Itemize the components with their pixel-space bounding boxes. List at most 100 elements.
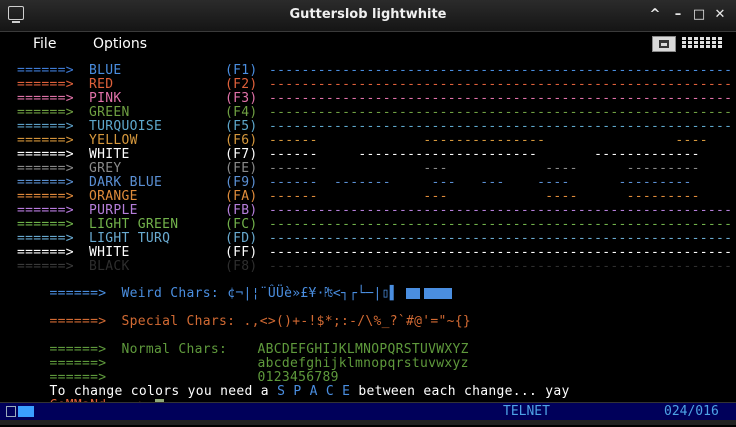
color-row: ======> PURPLE (FB) -----------------------… xyxy=(17,204,732,218)
arrow: ======> xyxy=(17,63,74,78)
weird-chars: ¢¬|¦¨ÛÜè»£¥·₧<┐┌└─|▯▌ xyxy=(227,286,398,301)
status-bar: TELNET 024/016 xyxy=(0,402,736,421)
function-key: (FC) xyxy=(225,217,258,232)
arrow: ======> xyxy=(49,286,107,301)
menu-bar: File Options xyxy=(0,32,736,58)
lowercase-line: ======> abcdefghijklmnopqrstuvwxyz xyxy=(17,343,469,371)
color-row: ======> YELLOW (F6) ------ --------------- … xyxy=(17,134,708,148)
color-row: ======> PINK (F3) -------------------------… xyxy=(17,92,732,106)
function-key: (F5) xyxy=(225,119,258,134)
color-name: PURPLE xyxy=(89,203,138,218)
color-sample-line: ----------------------------------------… xyxy=(269,259,733,274)
function-key: (F1) xyxy=(225,63,258,78)
weird-chars-line: ======> Weird Chars: ¢¬|¦¨ÛÜè»£¥·₧<┐┌└─|▯… xyxy=(17,273,452,301)
function-key: (F8) xyxy=(225,259,258,274)
function-key: (F3) xyxy=(225,91,258,106)
command-line[interactable]: CoMMaNd ===> xyxy=(17,385,165,413)
color-name: BLACK xyxy=(89,259,130,274)
function-key: (F9) xyxy=(225,175,258,190)
color-sample-line: ------ ---------------------- ----------… xyxy=(269,147,700,162)
color-name: LIGHT TURQ xyxy=(89,231,171,246)
color-row: ======> BLACK (F8) ------------------------… xyxy=(17,260,732,274)
color-name: LIGHT GREEN xyxy=(89,217,179,232)
arrow: ======> xyxy=(17,133,74,148)
color-sample-line: ------ ------- --- --- ---- --------- xyxy=(269,175,692,190)
function-key: (F2) xyxy=(225,77,258,92)
arrow: ======> xyxy=(17,189,74,204)
color-name: TURQUOISE xyxy=(89,119,163,134)
arrow: ======> xyxy=(17,231,74,246)
normal-chars-line: ======> Normal Chars: ABCDEFGHIJKLMNOPQRST… xyxy=(17,329,469,357)
color-sample-line: ----------------------------------------… xyxy=(269,63,733,78)
color-row: ======> DARK BLUE (F9) ------ ------- --- -… xyxy=(17,176,692,190)
color-row: ======> WHITE (FF) ------------------------… xyxy=(17,246,732,260)
arrow: ======> xyxy=(17,147,74,162)
color-sample-line: ----------------------------------------… xyxy=(269,105,733,120)
window-title: Gutterslob lightwhite xyxy=(289,7,447,22)
color-name: WHITE xyxy=(89,245,130,260)
color-row: ======> WHITE (F7) ------ -----------------… xyxy=(17,148,700,162)
weird-block xyxy=(406,288,420,299)
instruction-line: To change colors you need a S P A C E be… xyxy=(17,371,570,399)
connection-icon xyxy=(6,406,16,417)
title-bar: Gutterslob lightwhite ^ – □ ✕ xyxy=(0,0,736,32)
color-row: ======> GREY (FE) ------ --- ---- --------- xyxy=(17,162,700,176)
function-key: (FA) xyxy=(225,189,258,204)
menu-file[interactable]: File xyxy=(33,36,56,52)
arrow: ======> xyxy=(17,91,74,106)
color-name: RED xyxy=(89,77,114,92)
special-chars-label: Special Chars: xyxy=(121,314,236,329)
arrow: ======> xyxy=(17,175,74,190)
color-sample-line: ----------------------------------------… xyxy=(269,77,733,92)
window-border xyxy=(0,420,736,425)
minimize-button[interactable]: – xyxy=(669,6,687,24)
function-key: (F7) xyxy=(225,147,258,162)
color-row: ======> TURQUOISE (F5) --------------------… xyxy=(17,120,732,134)
keyboard-lock-icon[interactable] xyxy=(652,36,676,52)
minimize-icon[interactable]: ^ xyxy=(646,6,664,24)
color-row: ======> GREEN (F4) ------------------------… xyxy=(17,106,732,120)
close-button[interactable]: ✕ xyxy=(711,6,729,24)
status-indicator xyxy=(18,406,34,417)
menu-options[interactable]: Options xyxy=(93,36,147,52)
color-sample-line: ----------------------------------------… xyxy=(269,119,733,134)
function-key: (F4) xyxy=(225,105,258,120)
color-sample-line: ------ --- ---- --------- xyxy=(269,161,700,176)
arrow: ======> xyxy=(17,119,74,134)
digits-line: ======> 0123456789 xyxy=(17,357,339,385)
color-sample-line: ----------------------------------------… xyxy=(269,217,733,232)
arrow: ======> xyxy=(17,259,74,274)
color-name: BLUE xyxy=(89,63,122,78)
function-key: (FF) xyxy=(225,245,258,260)
keyboard-icon[interactable] xyxy=(682,36,724,52)
function-key: (FB) xyxy=(225,203,258,218)
maximize-button[interactable]: □ xyxy=(690,6,708,24)
color-name: DARK BLUE xyxy=(89,175,163,190)
color-sample-line: ----------------------------------------… xyxy=(269,91,733,106)
color-row: ======> LIGHT TURQ (FD) -------------------… xyxy=(17,232,732,246)
space-word: S P A C E xyxy=(277,384,351,399)
cursor-position: 024/016 xyxy=(664,404,719,419)
arrow: ======> xyxy=(17,217,74,232)
color-sample-line: ----------------------------------------… xyxy=(269,203,733,218)
protocol-label: TELNET xyxy=(503,404,550,419)
color-name: PINK xyxy=(89,91,122,106)
arrow: ======> xyxy=(17,245,74,260)
color-row: ======> RED (F2) --------------------------… xyxy=(17,78,732,92)
color-row: ======> ORANGE (FA) ------ --- ---- -------… xyxy=(17,190,700,204)
color-sample-line: ------ --------------- ---- xyxy=(269,133,708,148)
color-sample-line: ------ --- ---- --------- xyxy=(269,189,700,204)
weird-chars-label: Weird Chars: xyxy=(121,286,220,301)
arrow: ======> xyxy=(17,105,74,120)
instruction-text-end: between each change... yay xyxy=(350,384,570,399)
terminal-screen[interactable]: ======> BLUE (F1) -------------------------… xyxy=(0,60,736,413)
color-name: GREEN xyxy=(89,105,130,120)
color-name: WHITE xyxy=(89,147,130,162)
color-row: ======> LIGHT GREEN (FC) ------------------… xyxy=(17,218,732,232)
color-name: ORANGE xyxy=(89,189,138,204)
arrow: ======> xyxy=(17,77,74,92)
color-sample-line: ----------------------------------------… xyxy=(269,231,733,246)
color-sample-line: ----------------------------------------… xyxy=(269,245,733,260)
weird-block xyxy=(424,288,452,299)
function-key: (FE) xyxy=(225,161,258,176)
